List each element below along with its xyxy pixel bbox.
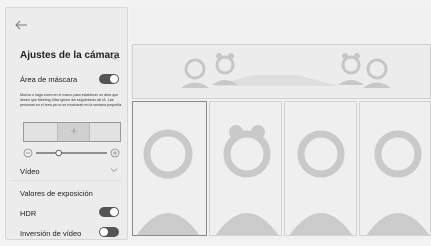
video-invert-toggle[interactable] xyxy=(99,227,119,237)
person-placeholder-icon xyxy=(366,130,430,235)
camera-settings-panel: Ajustes de la cámara Área de máscara Mue… xyxy=(5,7,128,240)
move-handle-icon xyxy=(71,128,77,134)
mask-area-label: Área de máscara xyxy=(20,75,78,84)
mask-area-toggle[interactable] xyxy=(99,74,119,84)
person-placeholder-icon xyxy=(215,125,279,235)
zoom-out-icon xyxy=(23,148,33,158)
panorama-view xyxy=(132,44,431,99)
zoom-in-icon xyxy=(110,148,120,158)
video-section-label[interactable]: Vídeo xyxy=(20,167,40,176)
back-arrow-icon[interactable] xyxy=(14,19,28,31)
mask-area-preview[interactable] xyxy=(23,122,121,142)
participant-tile[interactable] xyxy=(359,101,431,236)
divider xyxy=(12,180,121,181)
panorama-people-illustration xyxy=(181,53,391,88)
zoom-slider[interactable] xyxy=(23,147,121,159)
refresh-icon[interactable] xyxy=(110,51,120,61)
participant-tile[interactable] xyxy=(209,101,282,236)
video-invert-label: Inversión de vídeo xyxy=(20,229,82,238)
zoom-slider-thumb xyxy=(55,149,62,157)
mask-description: Mueva o haga zoom en el marco para estab… xyxy=(20,93,123,108)
participant-tile[interactable] xyxy=(284,101,357,236)
participant-tile[interactable] xyxy=(132,101,207,236)
person-placeholder-icon xyxy=(136,129,200,235)
hdr-toggle[interactable] xyxy=(99,207,119,217)
mask-frame[interactable] xyxy=(57,123,90,141)
app-window: Ajustes de la cámara Área de máscara Mue… xyxy=(0,0,431,246)
chevron-down-icon[interactable] xyxy=(110,167,118,173)
hdr-label: HDR xyxy=(20,209,37,218)
panel-title: Ajustes de la cámara xyxy=(20,50,120,61)
person-placeholder-icon xyxy=(289,130,353,235)
exposure-label[interactable]: Valores de exposición xyxy=(20,189,93,198)
